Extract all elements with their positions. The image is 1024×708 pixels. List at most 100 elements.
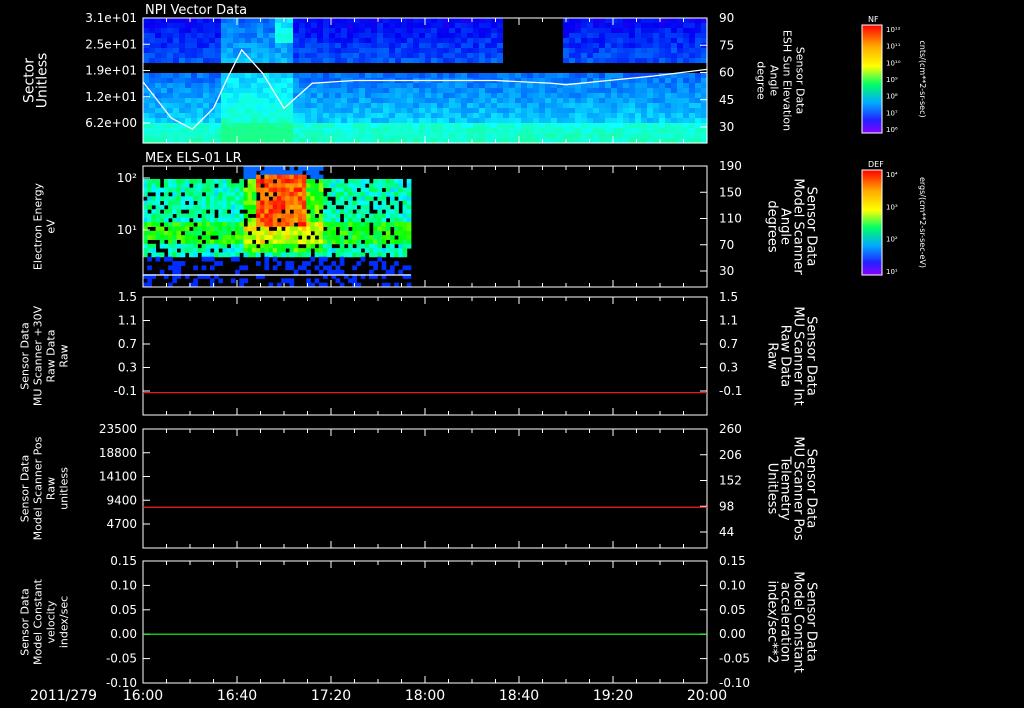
y2-tick-label: 260 — [719, 422, 742, 436]
stacked-time-series-plot: 3.1e+01 2.5e+01 1.9e+01 1.2e+01 6.2e+00 90 75 6… — [19, 3, 928, 704]
y-tick-label: 23500 — [99, 422, 137, 436]
date-label: 2011/279 — [30, 688, 97, 704]
time-axis: 2011/279 16:00 16:40 17:20 18:00 18:40 19:20 20… — [30, 688, 727, 704]
y2-axis-label: Sensor DataESH Sun ElevationAngledegree — [755, 30, 807, 131]
colorbar-tick: 10¹⁰ — [886, 59, 901, 67]
y-tick-label: -0.1 — [114, 384, 137, 398]
y2-tick-label: 190 — [719, 159, 742, 173]
y2-tick-label: -0.1 — [719, 384, 742, 398]
y-axis-label-line: Raw — [45, 477, 58, 500]
y2-tick-label: 45 — [719, 93, 734, 107]
plot-window: 3.1e+01 2.5e+01 1.9e+01 1.2e+01 6.2e+00 90 75 6… — [0, 0, 1024, 708]
y2-axis-label-line: Raw — [765, 342, 780, 370]
y-tick-label: 10¹ — [117, 223, 137, 237]
colorbar-tick: 10¹¹ — [886, 43, 901, 51]
colorbar-gradient — [861, 169, 883, 276]
y-tick-label: 0.7 — [118, 337, 137, 351]
y-axis-label-line: unitless — [58, 467, 71, 510]
time-tick-label: 16:40 — [217, 688, 257, 704]
y2-tick-label: 30 — [719, 264, 734, 278]
time-tick-label: 18:40 — [499, 688, 539, 704]
y-axis-label-line: Sensor Data — [19, 588, 32, 655]
y2-tick-label: 1.5 — [719, 290, 738, 304]
y2-tick-label: 1.1 — [719, 314, 738, 328]
y-tick-label: 3.1e+01 — [85, 11, 137, 25]
y2-axis-label: Sensor DataMU Scanner PosTelemetryUnitle… — [765, 436, 819, 541]
y-axis-label-line: Raw — [58, 344, 71, 367]
y2-axis-label-line: degrees — [765, 200, 780, 253]
y2-tick-label: 0.05 — [719, 603, 746, 617]
y2-tick-label: 206 — [719, 448, 742, 462]
els-spectrogram — [143, 166, 412, 288]
y-tick-label: 0.10 — [110, 578, 137, 592]
colorbar-units: ergs/(cm**2-sr-sec-eV) — [918, 177, 927, 268]
y-axis-label-line: Model Constant — [32, 578, 45, 665]
y-tick-label: 1.9e+01 — [85, 64, 137, 78]
colorbar-2: DEF10⁴ 10³ 10² 10¹ ergs/(cm**2-sr-sec-eV) — [861, 160, 927, 276]
panel-3: 1.5 1.1 0.7 0.3 -0.1 1.5 1.1 0.7 0.3 -0.1 Sensor D… — [19, 290, 819, 416]
y2-tick-label: 0.15 — [719, 554, 746, 568]
y2-tick-label: 75 — [719, 38, 734, 52]
y-axis-label: Sensor Data Model Constant velocity index/s… — [19, 578, 71, 665]
y2-tick-label: 0.7 — [719, 337, 738, 351]
y-tick-label: 1.1 — [118, 314, 137, 328]
colorbar-units-text: cnts/(cm**2-sr-sec) — [918, 40, 927, 117]
y2-tick-label: 0.3 — [719, 361, 738, 375]
y2-tick-label: 44 — [719, 525, 734, 539]
y-tick-label: 1.2e+01 — [85, 90, 137, 104]
y-tick-label: 0.05 — [110, 603, 137, 617]
colorbar-tick: 10⁸ — [886, 93, 898, 101]
y2-axis-label: Sensor DataModel ScannerAngledegrees — [765, 178, 819, 275]
y-tick-label: 0.00 — [110, 627, 137, 641]
panel-frame — [142, 560, 708, 684]
colorbar-tick: 10⁷ — [886, 109, 898, 117]
y-tick-label: -0.05 — [106, 652, 137, 666]
y-axis-label: Sensor Data MU Scanner +30V Raw Data Raw — [19, 305, 71, 406]
y2-tick-label: 150 — [719, 185, 742, 199]
y2-axis-label-line: Unitless — [765, 463, 780, 515]
y-axis-label-line: Raw Data — [45, 330, 58, 383]
y-tick-label: 10² — [117, 171, 137, 185]
colorbar-label: NF — [868, 15, 879, 24]
time-tick-label: 20:00 — [687, 688, 727, 704]
y2-tick-label: 0.00 — [719, 627, 746, 641]
y2-axis-label-line: Sensor Data — [794, 47, 807, 114]
panel-4: 23500 18800 14100 9400 4700 260 206 152 98 44 Sens… — [19, 422, 819, 549]
y-axis-label-line: Sensor Data — [19, 455, 32, 522]
colorbar-1: NF 10¹² 10¹¹ 10¹⁰ 10⁹ 10⁸ 10⁷ 10⁶ cnts/(cm**2-sr… — [861, 15, 927, 134]
y-tick-label: 4700 — [106, 517, 137, 531]
y-tick-label: 0.3 — [118, 361, 137, 375]
y2-tick-label: 152 — [719, 474, 742, 488]
y-axis-label-line: MU Scanner +30V — [32, 305, 45, 406]
y-tick-label: 0.15 — [110, 554, 137, 568]
colorbar-units: cnts/(cm**2-sr-sec) — [918, 40, 927, 117]
time-tick-label: 17:20 — [311, 688, 351, 704]
colorbar-tick: 10³ — [886, 203, 898, 211]
time-tick-label: 16:00 — [123, 688, 163, 704]
y-axis-label: Electron Energy eV — [32, 182, 58, 270]
colorbar-tick: 10¹ — [886, 268, 898, 276]
colorbar-tick: 10² — [886, 236, 898, 244]
y2-tick-label: 110 — [719, 212, 742, 226]
y2-tick-label: 90 — [719, 11, 734, 25]
colorbar-tick: 10¹² — [886, 26, 901, 34]
y-tick-label: 2.5e+01 — [85, 37, 137, 51]
y2-axis-label-line: index/sec**2 — [765, 580, 780, 663]
y-tick-label: 6.2e+00 — [85, 116, 137, 130]
y2-axis-label-line: ESH Sun Elevation — [781, 30, 794, 131]
y2-tick-label: 70 — [719, 238, 734, 252]
y-axis-label-line: Electron Energy — [32, 182, 45, 270]
panel-frame — [142, 296, 708, 416]
time-tick-label: 18:00 — [405, 688, 445, 704]
colorbar-label: DEF — [868, 160, 884, 169]
y2-axis-label: Sensor DataModel Constantaccelerationind… — [765, 571, 819, 673]
colorbar-units-text: ergs/(cm**2-sr-sec-eV) — [918, 177, 927, 268]
colorbar-tick: 10⁴ — [886, 171, 898, 179]
y2-axis-label-line: degree — [755, 61, 768, 100]
panel-5: 0.150.100.050.00-0.05-0.100.150.100.050.… — [19, 554, 819, 690]
panel-title: NPI Vector Data — [145, 3, 247, 18]
y-axis-label: SectorUnitless — [22, 53, 51, 109]
time-tick-label: 19:20 — [593, 688, 633, 704]
y2-tick-label: 60 — [719, 66, 734, 80]
y-tick-label: 9400 — [106, 493, 137, 507]
